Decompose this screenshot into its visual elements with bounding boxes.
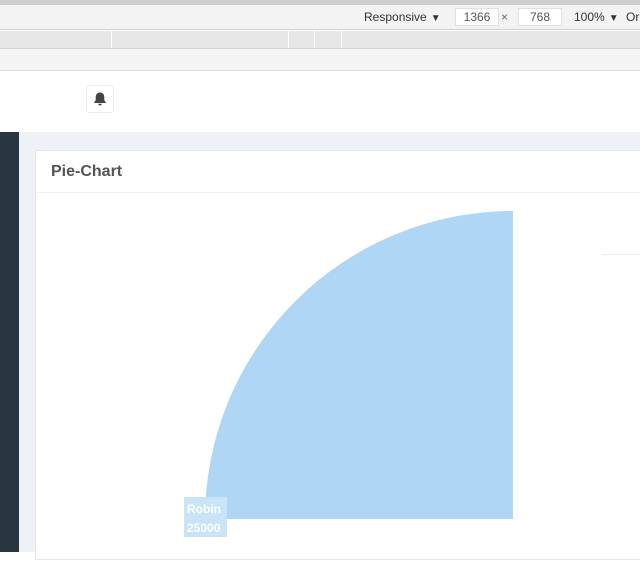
device-select-label: Responsive <box>364 10 427 24</box>
zoom-select-label: 100% <box>574 10 605 24</box>
bell-icon <box>94 92 106 106</box>
media-query-bar <box>0 31 640 49</box>
data-label-name: Robin <box>187 502 221 516</box>
media-query-segment[interactable] <box>288 31 289 48</box>
content-area: Pie-Chart Robin 25000 <box>0 132 640 560</box>
zoom-select[interactable]: 100% ▼ <box>574 10 619 24</box>
pie-chart-card: Pie-Chart Robin 25000 <box>35 150 640 560</box>
media-query-segment[interactable] <box>341 31 342 48</box>
pie-chart: Robin 25000 <box>184 211 513 537</box>
notifications-button[interactable] <box>86 85 114 113</box>
media-query-segment[interactable] <box>314 31 315 48</box>
device-toolbar: Responsive ▼ 1366 × 768 100% ▼ Or <box>0 5 640 30</box>
data-label-value: 25000 <box>187 521 221 535</box>
media-query-segment[interactable] <box>111 31 112 48</box>
height-input[interactable]: 768 <box>518 8 562 26</box>
sidebar <box>0 132 19 552</box>
ruler-bar <box>0 49 640 71</box>
pie-slice-robin[interactable] <box>205 211 513 519</box>
caret-down-icon: ▼ <box>608 13 619 24</box>
app-header <box>0 71 640 132</box>
device-select[interactable]: Responsive ▼ <box>364 10 441 24</box>
times-separator: × <box>501 10 509 24</box>
caret-down-icon: ▼ <box>430 13 441 24</box>
width-input[interactable]: 1366 <box>455 8 499 26</box>
throttle-select[interactable]: Or <box>626 10 639 24</box>
